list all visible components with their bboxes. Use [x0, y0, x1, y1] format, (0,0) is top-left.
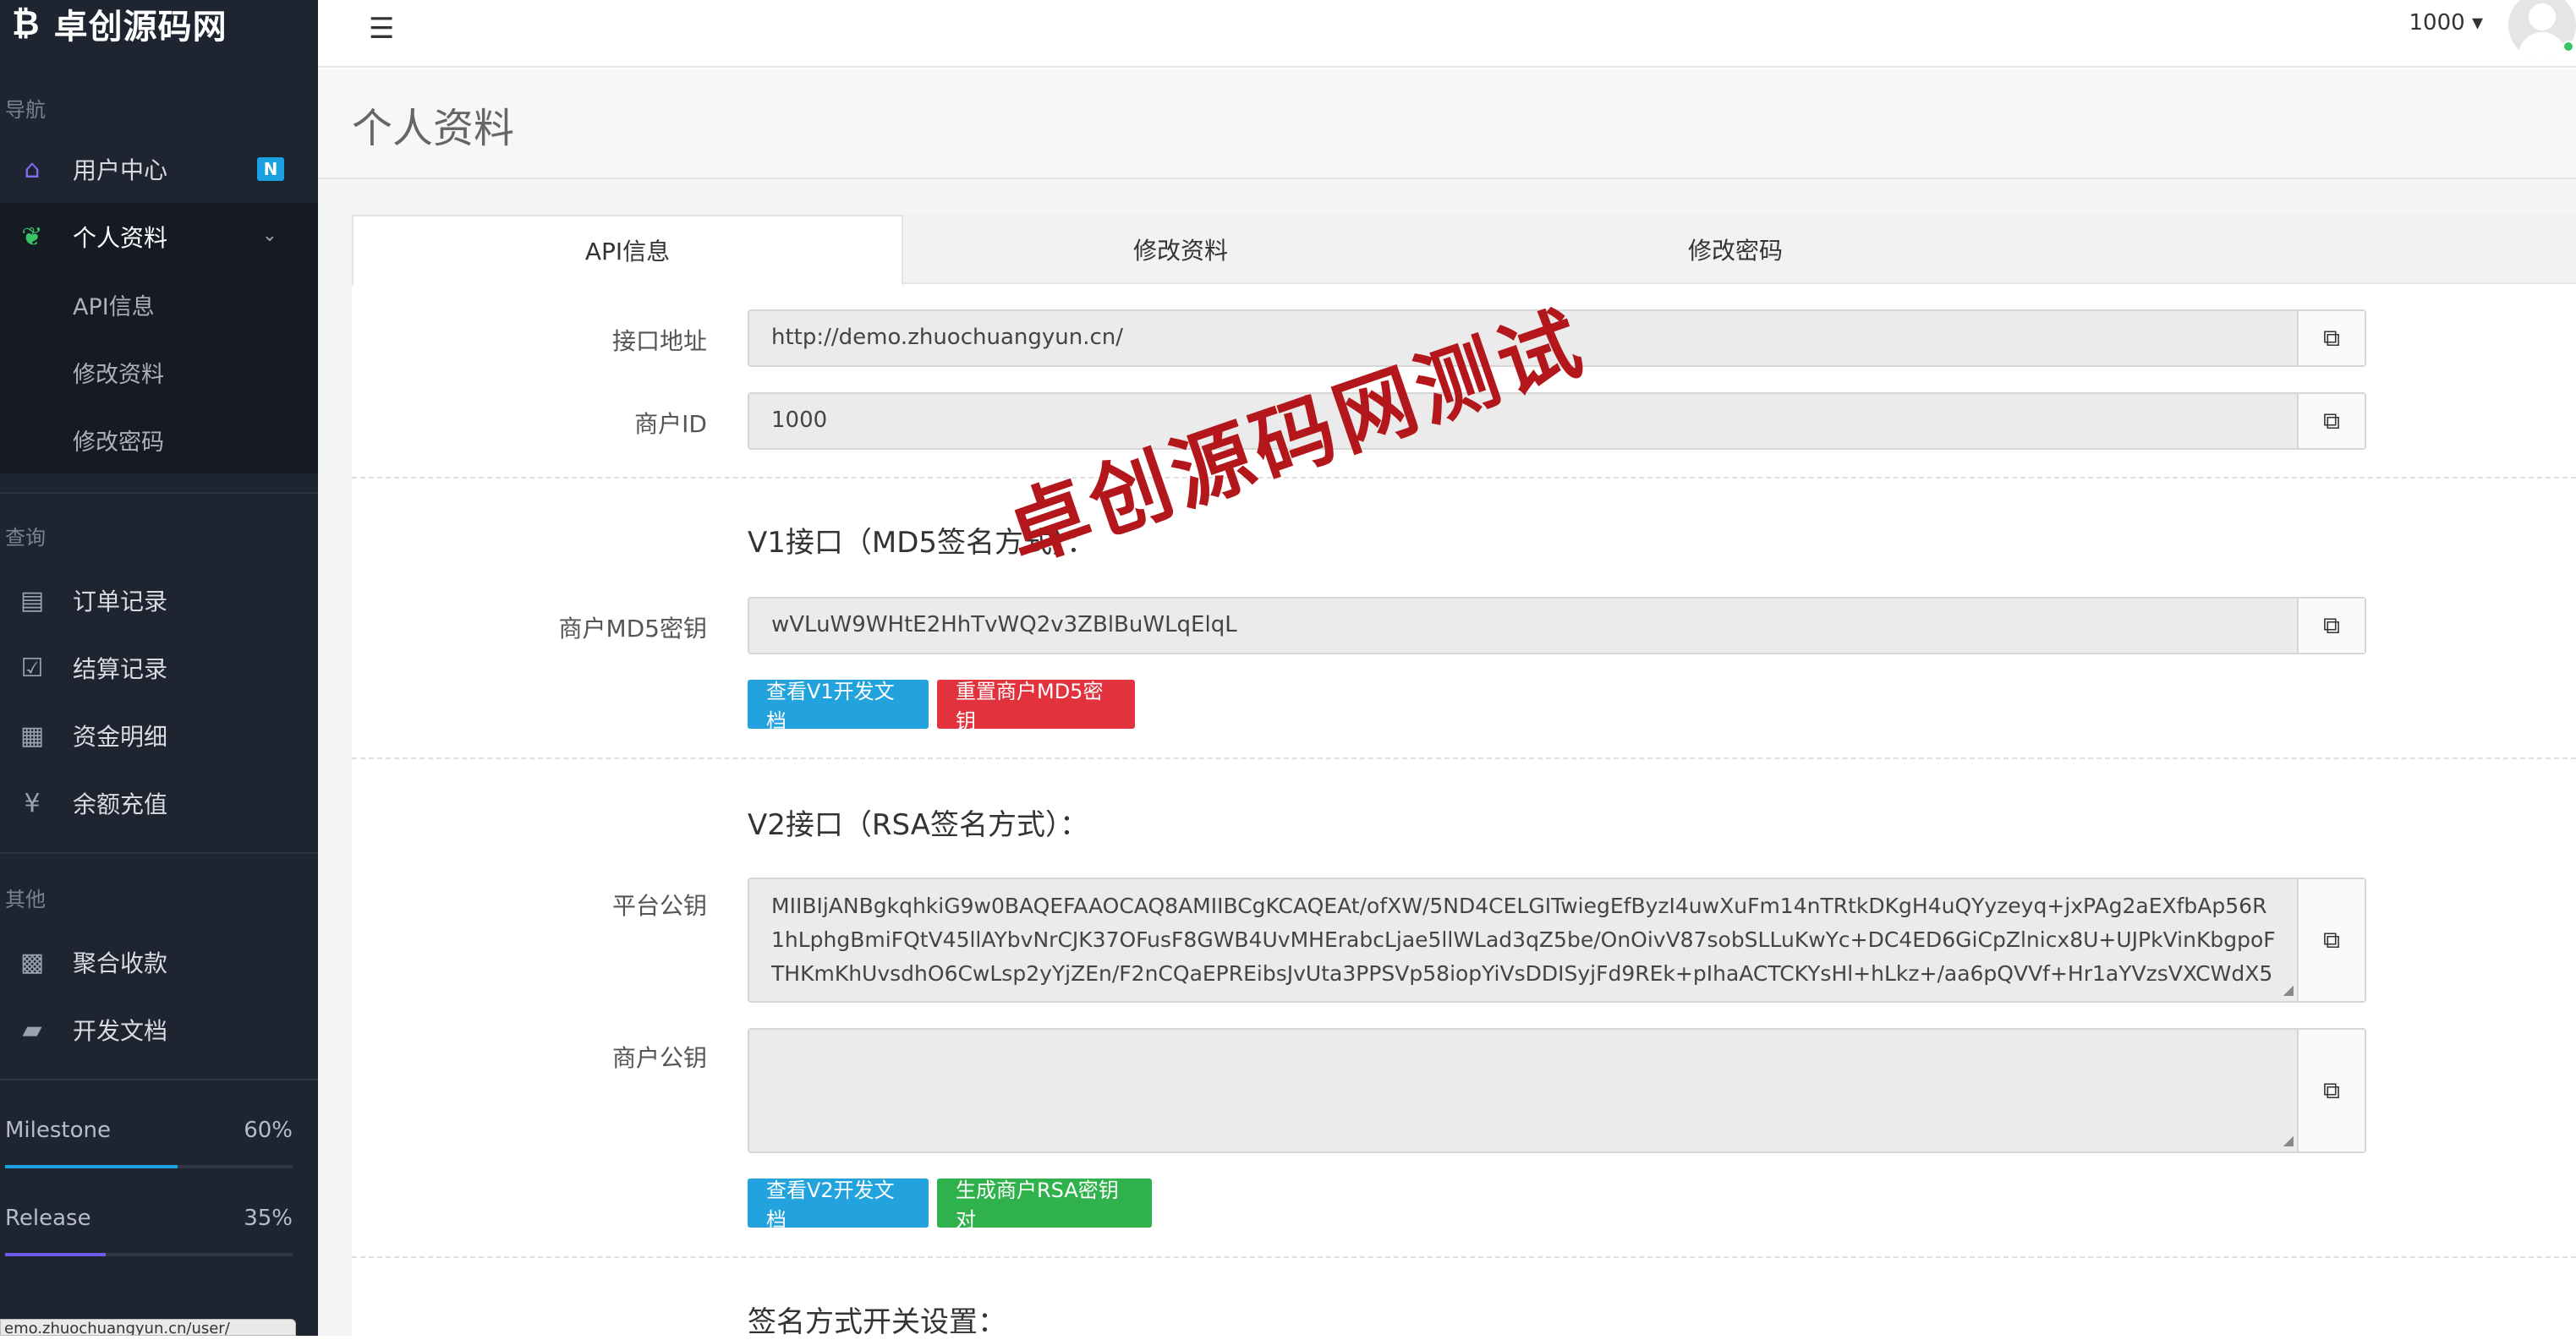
sidebar-item-funds[interactable]: ▦ 资金明细 [0, 702, 318, 769]
sidebar-divider [0, 852, 318, 854]
md5-key-field[interactable]: wVLuW9WHtE2HhTvWQ2v3ZBlBuWLqElqL ⧉ [748, 597, 2366, 654]
sidebar-item-aggregate[interactable]: ▩ 聚合收款 [0, 928, 318, 996]
bitcoin-icon: ₿ [12, 4, 41, 43]
md5-key-value: wVLuW9WHtE2HhTvWQ2v3ZBlBuWLqElqL [771, 612, 1237, 637]
copy-merchant-pubkey-button[interactable]: ⧉ [2297, 1030, 2365, 1151]
sidebar-item-docs[interactable]: ▰ 开发文档 [0, 996, 318, 1064]
yen-icon: ¥ [24, 788, 41, 818]
sidebar-subitem-edit-profile[interactable]: 修改资料 [0, 338, 318, 406]
milestone-progress-bar [5, 1165, 293, 1168]
sidebar-item-label: 开发文档 [73, 1017, 168, 1045]
copy-api-url-button[interactable]: ⧉ [2297, 311, 2365, 365]
view-v2-docs-button[interactable]: 查看V2开发文档 [748, 1179, 929, 1232]
sidebar-item-label: 结算记录 [73, 655, 168, 683]
resize-handle-icon[interactable]: ◢ [2283, 1132, 2294, 1148]
merchant-pubkey-value [771, 1040, 2277, 1141]
sidebar-item-recharge[interactable]: ¥ 余额充值 [0, 769, 318, 837]
release-progress-fill [5, 1253, 106, 1256]
section-divider [352, 758, 2576, 759]
copy-icon: ⧉ [2323, 926, 2340, 954]
page-title: 个人资料 [352, 105, 515, 152]
page-header: 个人资料 [318, 69, 2576, 179]
avatar-body [2518, 32, 2566, 59]
v2-section-title: V2接口（RSA签名方式）： [748, 808, 1088, 842]
caret-down-icon: ▾ [2471, 10, 2483, 36]
tab-edit-profile[interactable]: 修改资料 [903, 215, 1458, 284]
brand-name: 卓创源码网 [53, 8, 227, 46]
sidebar-item-orders[interactable]: ▤ 订单记录 [0, 566, 318, 634]
calendar-icon: ▦ [19, 720, 45, 751]
copy-icon: ⧉ [2323, 611, 2340, 639]
sidebar-item-label: 余额充值 [73, 790, 168, 818]
merchant-id-label: 商户ID [634, 410, 707, 438]
progress-name: Milestone [5, 1118, 111, 1143]
resize-handle-icon[interactable]: ◢ [2283, 982, 2294, 998]
platform-pubkey-label: 平台公钥 [611, 892, 707, 920]
copy-md5-key-button[interactable]: ⧉ [2297, 599, 2365, 653]
merchant-id-value: 1000 [771, 407, 828, 433]
book-icon: ▰ [22, 1015, 42, 1045]
check-square-icon: ☑ [20, 653, 44, 683]
copy-icon: ⧉ [2323, 407, 2340, 435]
generate-rsa-keypair-button[interactable]: 生成商户RSA密钥对 [937, 1179, 1152, 1232]
sign-switch-section-title: 签名方式开关设置： [748, 1305, 1006, 1339]
progress-name: Release [5, 1206, 91, 1231]
leaf-icon: ❦ [21, 222, 43, 252]
sidebar-subitem-change-password[interactable]: 修改密码 [0, 406, 318, 473]
progress-percent: 60% [244, 1118, 293, 1143]
sidebar-item-settlement[interactable]: ☑ 结算记录 [0, 634, 318, 702]
platform-pubkey-value: MIIBIjANBgkqhkiG9w0BAQEFAAOCAQ8AMIIBCgKC… [771, 894, 2276, 986]
md5-key-label: 商户MD5密钥 [558, 615, 707, 643]
section-divider [352, 477, 2576, 479]
home-icon: ⌂ [24, 154, 41, 184]
sidebar-item-label: 资金明细 [73, 723, 168, 751]
release-progress-label: Release 35% [5, 1206, 293, 1231]
milestone-progress-label: Milestone 60% [5, 1118, 293, 1143]
status-url: emo.zhuochuangyun.cn/user/ [0, 1319, 296, 1336]
new-badge: N [257, 157, 284, 181]
merchant-pubkey-label: 商户公钥 [611, 1044, 707, 1072]
sidebar: ₿ 卓创源码网 导航 ⌂ 用户中心 N ❦ 个人资料 ⌄ API信息 修改资料 … [0, 0, 318, 1336]
query-section-label: 查询 [5, 526, 46, 550]
api-url-value: http://demo.zhuochuangyun.cn/ [771, 325, 1124, 350]
platform-pubkey-textarea[interactable]: MIIBIjANBgkqhkiG9w0BAQEFAAOCAQ8AMIIBCgKC… [748, 878, 2366, 1003]
merchant-pubkey-textarea[interactable]: ◢ ⧉ [748, 1028, 2366, 1153]
milestone-progress-fill [5, 1165, 178, 1168]
avatar-head [2529, 3, 2556, 30]
copy-icon: ⧉ [2323, 1076, 2340, 1104]
tab-api-info[interactable]: API信息 [352, 215, 903, 286]
sidebar-divider [0, 1079, 318, 1080]
sidebar-item-profile[interactable]: ❦ 个人资料 ⌄ [0, 203, 318, 271]
user-id: 1000 [2409, 10, 2465, 36]
other-section-label: 其他 [5, 888, 46, 911]
tab-change-password[interactable]: 修改密码 [1458, 215, 2013, 284]
sidebar-item-user-center[interactable]: ⌂ 用户中心 N [0, 135, 318, 203]
user-dropdown[interactable]: 1000 ▾ [2409, 10, 2484, 36]
tab-bar: API信息 修改资料 修改密码 [352, 215, 2576, 286]
copy-icon: ⧉ [2323, 324, 2340, 352]
menu-toggle-icon[interactable]: ☰ [369, 12, 394, 46]
sidebar-divider [0, 492, 318, 494]
copy-platform-pubkey-button[interactable]: ⧉ [2297, 879, 2365, 1001]
sidebar-item-label: 个人资料 [73, 224, 168, 252]
topbar: ☰ 1000 ▾ [318, 0, 2576, 68]
online-status-dot [2562, 41, 2574, 52]
section-divider [352, 1256, 2576, 1258]
sidebar-subitem-api-info[interactable]: API信息 [0, 271, 318, 338]
sidebar-item-label: 聚合收款 [73, 949, 168, 977]
view-v1-docs-button[interactable]: 查看V1开发文档 [748, 680, 929, 733]
sidebar-item-label: 订单记录 [73, 588, 168, 615]
list-icon: ▤ [19, 585, 45, 615]
nav-section-label: 导航 [5, 98, 46, 122]
reset-md5-key-button[interactable]: 重置商户MD5密钥 [937, 680, 1135, 733]
copy-merchant-id-button[interactable]: ⧉ [2297, 394, 2365, 448]
sidebar-item-label: 用户中心 [73, 156, 168, 184]
release-progress-bar [5, 1253, 293, 1256]
chevron-down-icon: ⌄ [261, 225, 277, 246]
brand-logo[interactable]: ₿ 卓创源码网 [12, 0, 227, 47]
qrcode-icon: ▩ [19, 947, 45, 977]
progress-percent: 35% [244, 1206, 293, 1231]
api-url-label: 接口地址 [611, 327, 707, 355]
